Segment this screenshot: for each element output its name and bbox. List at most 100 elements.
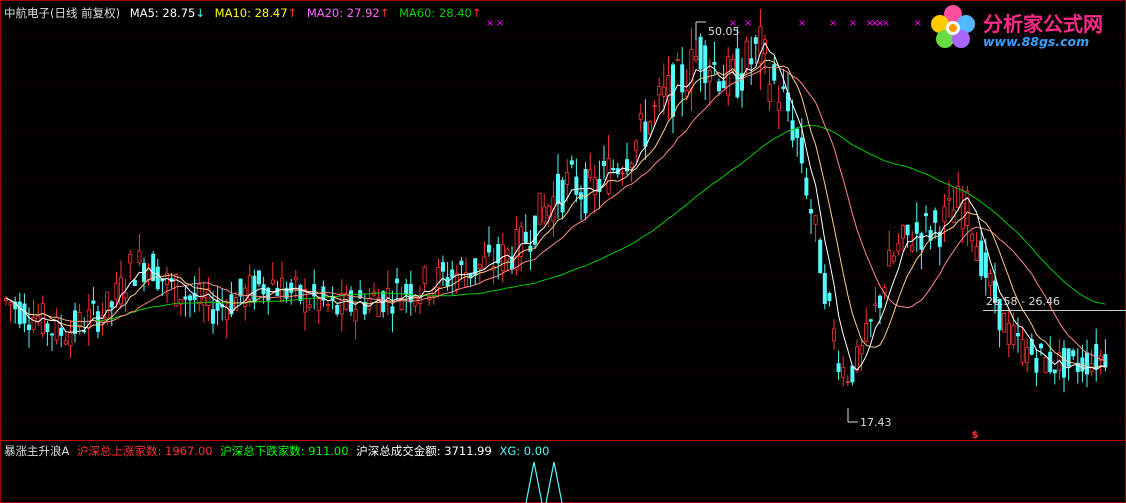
candle-body xyxy=(694,55,699,61)
candle-body xyxy=(850,365,855,383)
candle-body xyxy=(611,168,616,171)
candle-body xyxy=(45,323,50,333)
candle-body xyxy=(638,113,643,120)
candle-body xyxy=(68,332,73,347)
candle-body xyxy=(1071,350,1076,357)
candle-body xyxy=(643,121,648,147)
candle-body xyxy=(795,128,800,138)
signal-marker: × xyxy=(744,18,752,29)
candle-body xyxy=(970,233,975,242)
candle-body xyxy=(721,80,726,89)
candle-body xyxy=(855,346,860,371)
up-count: 沪深总上涨家数: 1967.00 xyxy=(77,444,213,458)
candle-body xyxy=(680,64,685,93)
ma60-label: MA60: 28.40↑ xyxy=(399,6,482,20)
candle-body xyxy=(648,121,653,135)
candle-body xyxy=(712,61,717,65)
candle-body xyxy=(592,177,597,195)
ma5-label: MA5: 28.75↓ xyxy=(129,6,205,20)
candle-body xyxy=(91,300,96,304)
candle-body xyxy=(602,161,607,166)
signal-marker: × xyxy=(496,18,504,29)
candle-body xyxy=(781,86,786,90)
candle-body xyxy=(634,140,639,151)
candle-body xyxy=(910,245,915,252)
candle-body xyxy=(919,233,924,250)
candle-body xyxy=(36,315,41,322)
candle-body xyxy=(873,303,878,306)
sub-indicator-name: 暴涨主升浪A xyxy=(4,444,70,458)
candle-body xyxy=(128,254,133,264)
candle-body xyxy=(809,209,814,214)
candle-body xyxy=(799,137,804,164)
candle-body xyxy=(404,283,409,295)
candle-body xyxy=(666,75,671,102)
candle-body xyxy=(933,210,938,223)
candle-body xyxy=(408,283,413,303)
candle-body xyxy=(744,40,749,69)
candle-body xyxy=(1011,325,1016,345)
candle-body xyxy=(1052,369,1057,374)
candle-body xyxy=(675,58,680,61)
candle-body xyxy=(574,176,579,195)
candle-body xyxy=(155,266,160,290)
candle-body xyxy=(965,190,970,226)
candle-body xyxy=(914,222,919,234)
candle-body xyxy=(565,172,570,185)
candle-body xyxy=(671,64,676,117)
candle-body xyxy=(537,192,542,225)
xg-spike xyxy=(545,461,563,503)
candle-body xyxy=(942,206,947,223)
candle-body xyxy=(105,291,110,319)
candle-body xyxy=(698,36,703,70)
logo-text: 分析家公式网 xyxy=(983,12,1103,36)
candle-body xyxy=(864,323,869,342)
candle-body xyxy=(717,81,722,92)
candle-body xyxy=(546,205,551,217)
candle-body xyxy=(422,266,427,284)
candle-body xyxy=(114,282,119,300)
candle-body xyxy=(477,263,482,269)
candle-body xyxy=(335,305,340,315)
candle-body xyxy=(123,292,128,299)
site-logo: 分析家公式网 www.88gs.com xyxy=(927,2,1122,52)
candle-body xyxy=(1025,347,1030,364)
low-label: 17.43 xyxy=(860,416,892,429)
candle-body xyxy=(197,283,202,305)
candle-body xyxy=(891,255,896,262)
candle-body xyxy=(187,295,192,301)
candle-body xyxy=(924,213,929,217)
candle-body xyxy=(767,83,772,102)
candle-body xyxy=(661,86,666,97)
price-legend: 中航电子(日线 前复权) MA5: 28.75↓ MA10: 28.47↑ MA… xyxy=(4,5,488,21)
high-label: 50.05 xyxy=(708,25,740,38)
candle-body xyxy=(813,215,818,225)
candle-body xyxy=(238,278,243,297)
candle-body xyxy=(887,249,892,267)
candle-body xyxy=(896,243,901,252)
candle-body xyxy=(947,198,952,201)
candle-body xyxy=(542,206,547,223)
candle-body xyxy=(77,311,82,328)
signal-dollar: $ xyxy=(972,430,979,441)
down-count: 沪深总下跌家数: 911.00 xyxy=(220,444,349,458)
candle-body xyxy=(868,319,873,322)
candle-body xyxy=(390,306,395,314)
candle-body xyxy=(657,86,662,96)
candle-body xyxy=(569,160,574,165)
candle-body xyxy=(822,273,827,304)
candle-body xyxy=(560,179,565,213)
candle-body xyxy=(583,169,588,214)
candle-body xyxy=(1034,357,1039,373)
candle-body xyxy=(1002,313,1007,333)
candle-body xyxy=(307,304,312,309)
sub-legend: 暴涨主升浪A 沪深总上涨家数: 1967.00 沪深总下跌家数: 911.00 … xyxy=(4,443,553,459)
candle-body xyxy=(652,105,657,107)
candle-body xyxy=(50,333,55,336)
candle-body xyxy=(224,307,229,321)
candle-body xyxy=(63,340,68,345)
candle-body xyxy=(979,240,984,277)
candle-body xyxy=(26,324,31,331)
candle-body xyxy=(1006,322,1011,346)
candle-body xyxy=(339,293,344,315)
